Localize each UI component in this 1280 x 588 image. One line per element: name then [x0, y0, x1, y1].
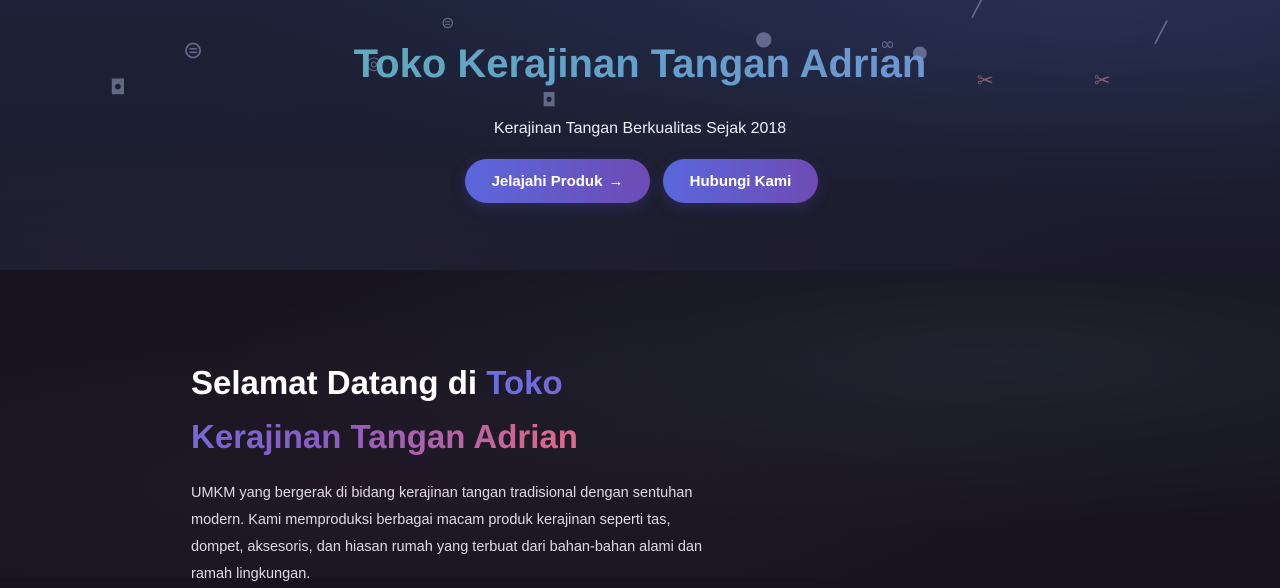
- about-section: Selamat Datang di Toko Kerajinan Tangan …: [0, 270, 1280, 582]
- about-title: Selamat Datang di Toko Kerajinan Tangan …: [191, 356, 651, 464]
- contact-us-button[interactable]: Hubungi Kami: [663, 159, 818, 203]
- about-title-plain: Selamat Datang di: [191, 364, 487, 401]
- explore-products-button[interactable]: Jelajahi Produk →: [465, 159, 650, 203]
- hero-title: Toko Kerajinan Tangan Adrian: [0, 42, 1280, 87]
- explore-products-label: Jelajahi Produk: [491, 172, 603, 190]
- contact-us-label: Hubungi Kami: [689, 172, 792, 190]
- about-description: UMKM yang bergerak di bidang kerajinan t…: [191, 485, 703, 582]
- bag-icon: ◘: [542, 90, 557, 111]
- needle-icon: ╱: [1155, 20, 1168, 44]
- hero-section: ⊜ ⊜ ◘ ◘ ◎ ● ∞ ● ╱ ╱ ✂ ✂ Toko Kerajinan T…: [0, 0, 1280, 270]
- hero-subtitle: Kerajinan Tangan Berkualitas Sejak 2018: [493, 120, 787, 137]
- arrow-right-icon: →: [608, 172, 624, 190]
- needle-icon: ╱: [972, 0, 985, 18]
- thread-spool-icon: ⊜: [441, 13, 455, 32]
